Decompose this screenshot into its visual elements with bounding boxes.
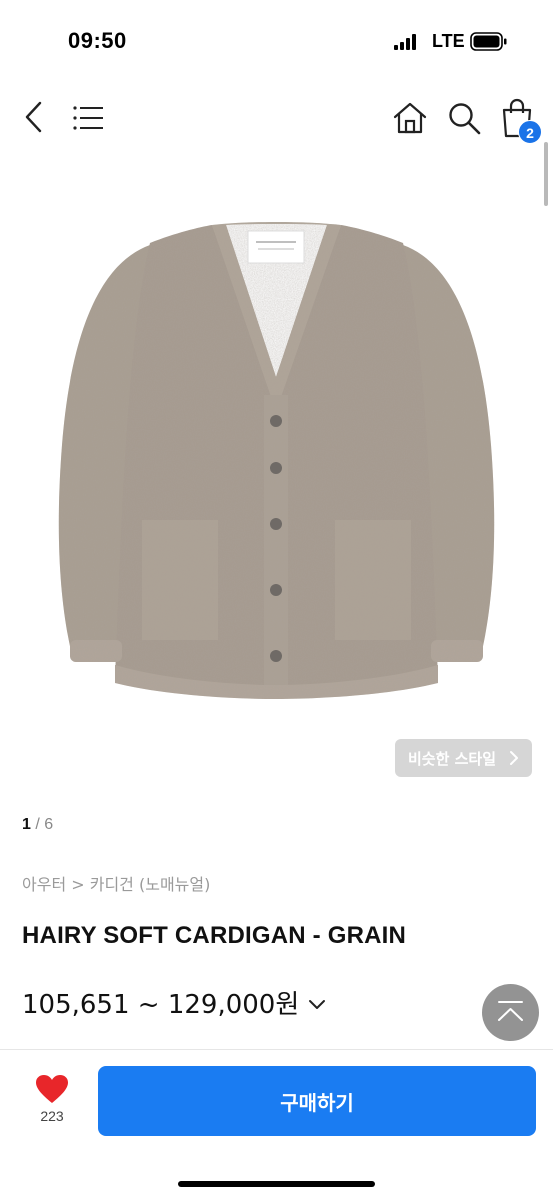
chevron-right-icon	[510, 751, 518, 765]
home-indicator[interactable]	[178, 1181, 375, 1187]
like-count: 223	[40, 1108, 64, 1124]
cart-count-badge: 2	[518, 120, 542, 144]
home-icon[interactable]	[392, 100, 428, 136]
nav-header	[0, 90, 553, 150]
buy-button[interactable]: 구매하기	[98, 1066, 536, 1136]
battery-icon	[470, 32, 507, 51]
category-breadcrumb[interactable]: 아우터 > 카디건 (노매뉴얼)	[22, 871, 210, 895]
price-text: 105,651 ~ 129,000원	[22, 990, 300, 1020]
similar-style-button[interactable]: 비슷한 스타일	[395, 739, 532, 777]
network-label: LTE	[432, 31, 465, 51]
pager-total: 6	[44, 816, 54, 833]
signal-icon	[394, 34, 420, 50]
similar-style-label: 비슷한 스타일	[408, 749, 497, 768]
status-bar: 09:50 LTE	[0, 0, 553, 80]
arrow-up-icon	[498, 1001, 523, 1021]
image-pager: 1 / 6	[22, 816, 53, 834]
price-range[interactable]: 105,651 ~ 129,000원	[22, 984, 327, 1021]
heart-icon	[36, 1075, 68, 1103]
like-button[interactable]: 223	[26, 1074, 78, 1124]
menu-icon[interactable]	[72, 104, 104, 132]
search-icon[interactable]	[446, 100, 482, 136]
back-icon[interactable]	[22, 100, 46, 134]
pager-separator: /	[30, 816, 45, 833]
product-title: HAIRY SOFT CARDIGAN - GRAIN	[22, 922, 407, 949]
bottom-bar-divider	[0, 1049, 553, 1050]
status-time: 09:50	[68, 28, 127, 53]
scroll-to-top-button[interactable]	[482, 984, 539, 1041]
chevron-down-icon	[309, 999, 326, 1009]
product-image[interactable]	[0, 185, 553, 725]
pager-current: 1	[22, 816, 31, 833]
